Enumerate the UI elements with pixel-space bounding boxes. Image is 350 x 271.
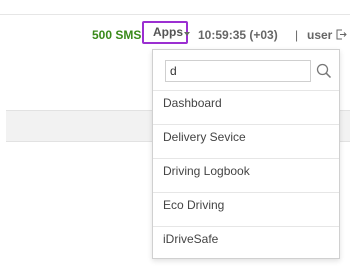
apps-menu-button[interactable]: Apps — [142, 21, 190, 44]
top-bar: 500 SMS Apps 10:59:35 (+03) | user — [0, 21, 350, 44]
menu-divider — [153, 226, 339, 227]
header-separator: | — [295, 28, 299, 42]
app-item-idrivesafe[interactable]: iDriveSafe — [163, 229, 218, 249]
app-item-driving-logbook[interactable]: Driving Logbook — [163, 161, 250, 181]
app-item-eco-driving[interactable]: Eco Driving — [163, 195, 224, 215]
apps-dropdown: Dashboard Delivery Sevice Driving Logboo… — [152, 49, 340, 259]
top-divider — [0, 14, 350, 15]
apps-menu-label: Apps — [153, 25, 183, 39]
app-item-dashboard[interactable]: Dashboard — [163, 93, 222, 113]
search-icon[interactable] — [316, 63, 332, 79]
logout-icon[interactable] — [336, 29, 347, 40]
apps-search-input[interactable] — [165, 60, 311, 82]
sms-balance[interactable]: 500 SMS — [92, 28, 141, 42]
user-name[interactable]: user — [307, 28, 332, 42]
menu-divider — [153, 124, 339, 125]
menu-divider — [153, 90, 339, 91]
menu-divider — [153, 158, 339, 159]
menu-divider — [153, 192, 339, 193]
clock-time: 10:59:35 (+03) — [198, 28, 278, 42]
app-item-delivery-service[interactable]: Delivery Sevice — [163, 127, 246, 147]
caret-down-icon — [184, 32, 190, 36]
